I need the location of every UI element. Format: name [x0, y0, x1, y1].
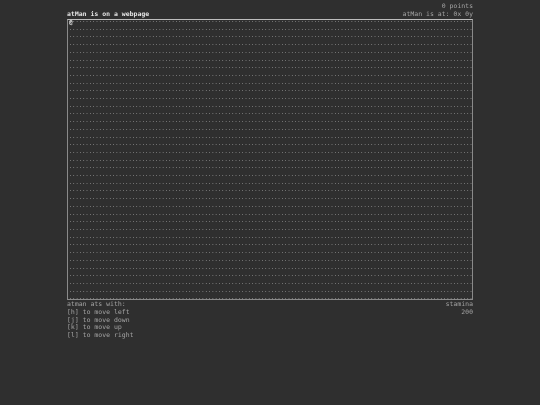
game-header: atMan is on a webpage atMan is at: 0x 0y — [67, 10, 473, 19]
player-character: @ — [69, 19, 73, 26]
position-readout: atMan is at: 0x 0y — [402, 10, 473, 18]
stamina-value: 200 — [461, 307, 473, 316]
board-grid: ........................................… — [69, 19, 473, 300]
game-title: atMan is on a webpage — [67, 10, 150, 18]
game-board[interactable]: ........................................… — [67, 19, 473, 300]
game-footer: atman ats with: [h] to move left [j] to … — [67, 300, 473, 340]
game-container: 0 points atMan is on a webpage atMan is … — [67, 2, 473, 340]
stamina-panel: stamina 200 — [446, 300, 473, 340]
control-move-right: [l] to move right — [67, 331, 134, 340]
controls-help: atman ats with: [h] to move left [j] to … — [67, 300, 134, 340]
